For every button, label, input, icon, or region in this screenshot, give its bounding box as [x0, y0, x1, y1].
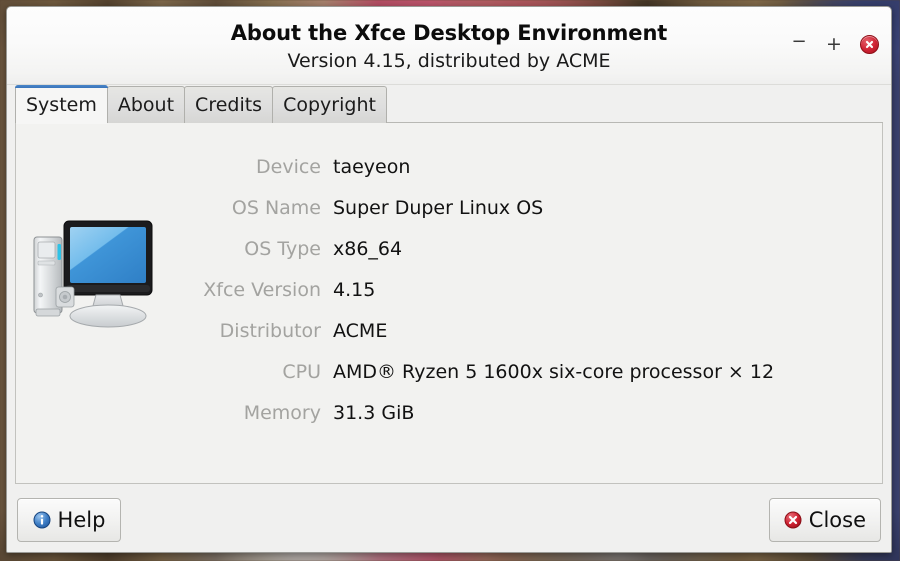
tab-credits-label: Credits — [195, 94, 263, 116]
info-value-memory: 31.3 GiB — [333, 402, 415, 424]
maximize-button[interactable]: + — [824, 34, 844, 54]
minimize-button[interactable]: − — [789, 32, 809, 54]
system-info-grid: Device taeyeon OS Name Super Duper Linux… — [176, 145, 882, 434]
close-button-label: Close — [808, 507, 866, 532]
about-xfce-window: About the Xfce Desktop Environment Versi… — [6, 6, 892, 553]
info-value-os-name: Super Duper Linux OS — [333, 197, 544, 219]
tab-copyright-label: Copyright — [283, 94, 376, 116]
info-label-device: Device — [256, 156, 321, 178]
window-titlebar: About the Xfce Desktop Environment Versi… — [7, 7, 891, 85]
computer-icon — [33, 220, 153, 328]
close-window-button[interactable] — [859, 34, 879, 54]
info-label-os-name: OS Name — [231, 197, 321, 219]
window-subtitle: Version 4.15, distributed by ACME — [287, 49, 611, 72]
info-label-cpu: CPU — [282, 361, 321, 383]
info-label-xfce-version: Xfce Version — [203, 279, 321, 301]
close-circle-icon — [784, 511, 802, 529]
tab-system[interactable]: System — [15, 85, 108, 124]
info-value-device: taeyeon — [333, 156, 411, 178]
tab-credits[interactable]: Credits — [184, 86, 274, 123]
close-button[interactable]: Close — [768, 498, 881, 542]
info-value-cpu: AMD® Ryzen 5 1600x six-core processor × … — [333, 361, 775, 383]
tab-about-label: About — [117, 94, 175, 116]
info-value-distributor: ACME — [333, 320, 388, 342]
tab-content-wrapper: Device taeyeon OS Name Super Duper Linux… — [7, 123, 891, 490]
help-button[interactable]: Help — [17, 498, 121, 542]
computer-icon-cell — [16, 145, 176, 335]
info-icon — [33, 511, 51, 529]
dialog-action-bar: Help Close — [7, 490, 891, 552]
tab-about[interactable]: About — [106, 86, 186, 123]
system-tab-panel: Device taeyeon OS Name Super Duper Linux… — [15, 123, 883, 484]
window-title: About the Xfce Desktop Environment — [230, 20, 668, 45]
tab-copyright[interactable]: Copyright — [272, 86, 387, 123]
info-label-os-type: OS Type — [244, 238, 321, 260]
tab-system-label: System — [26, 93, 97, 116]
window-controls: − + — [789, 32, 879, 54]
tab-bar: System About Credits Copyright — [7, 85, 891, 124]
info-label-distributor: Distributor — [219, 320, 321, 342]
info-value-os-type: x86_64 — [333, 238, 403, 260]
info-value-xfce-version: 4.15 — [333, 279, 376, 301]
info-label-memory: Memory — [243, 402, 321, 424]
help-button-label: Help — [57, 507, 106, 532]
close-circle-icon — [859, 34, 879, 54]
